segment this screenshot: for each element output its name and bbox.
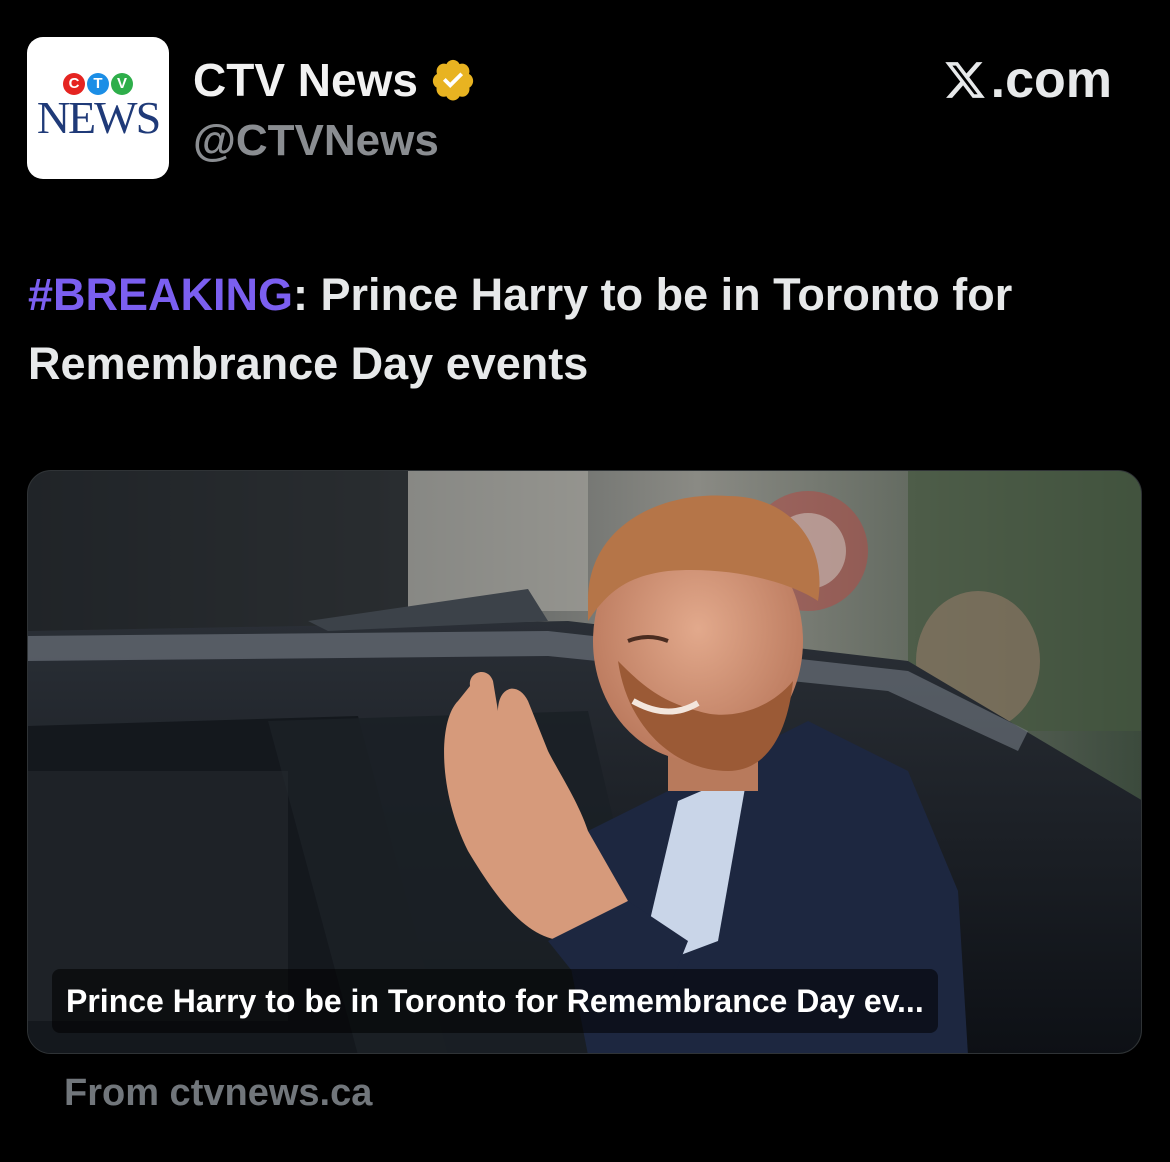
account-handle[interactable]: @CTVNews	[193, 113, 439, 169]
article-photo	[28, 471, 1141, 1053]
account-name[interactable]: CTV News	[193, 52, 418, 108]
hashtag-link[interactable]: #BREAKING	[28, 269, 293, 320]
verified-badge-icon	[432, 59, 474, 101]
link-source[interactable]: From ctvnews.ca	[64, 1066, 372, 1120]
account-name-row: CTV News	[193, 52, 476, 108]
link-card-caption-bar: Prince Harry to be in Toronto for Rememb…	[52, 969, 938, 1033]
link-card-title[interactable]: Prince Harry to be in Toronto for Rememb…	[66, 981, 924, 1021]
ctv-logo-news-word: NEWS	[36, 92, 161, 143]
post-screenshot: CTV NEWS CTV News @CTVNews .com #BREAKIN…	[0, 0, 1170, 1162]
account-avatar[interactable]: CTV NEWS	[27, 37, 169, 179]
x-com-text: .com	[990, 51, 1112, 109]
x-logo-icon	[944, 62, 985, 98]
link-card[interactable]: Prince Harry to be in Toronto for Rememb…	[27, 470, 1142, 1054]
tweet-text: #BREAKING: Prince Harry to be in Toronto…	[28, 260, 1148, 398]
x-com-label: .com	[943, 50, 1112, 110]
